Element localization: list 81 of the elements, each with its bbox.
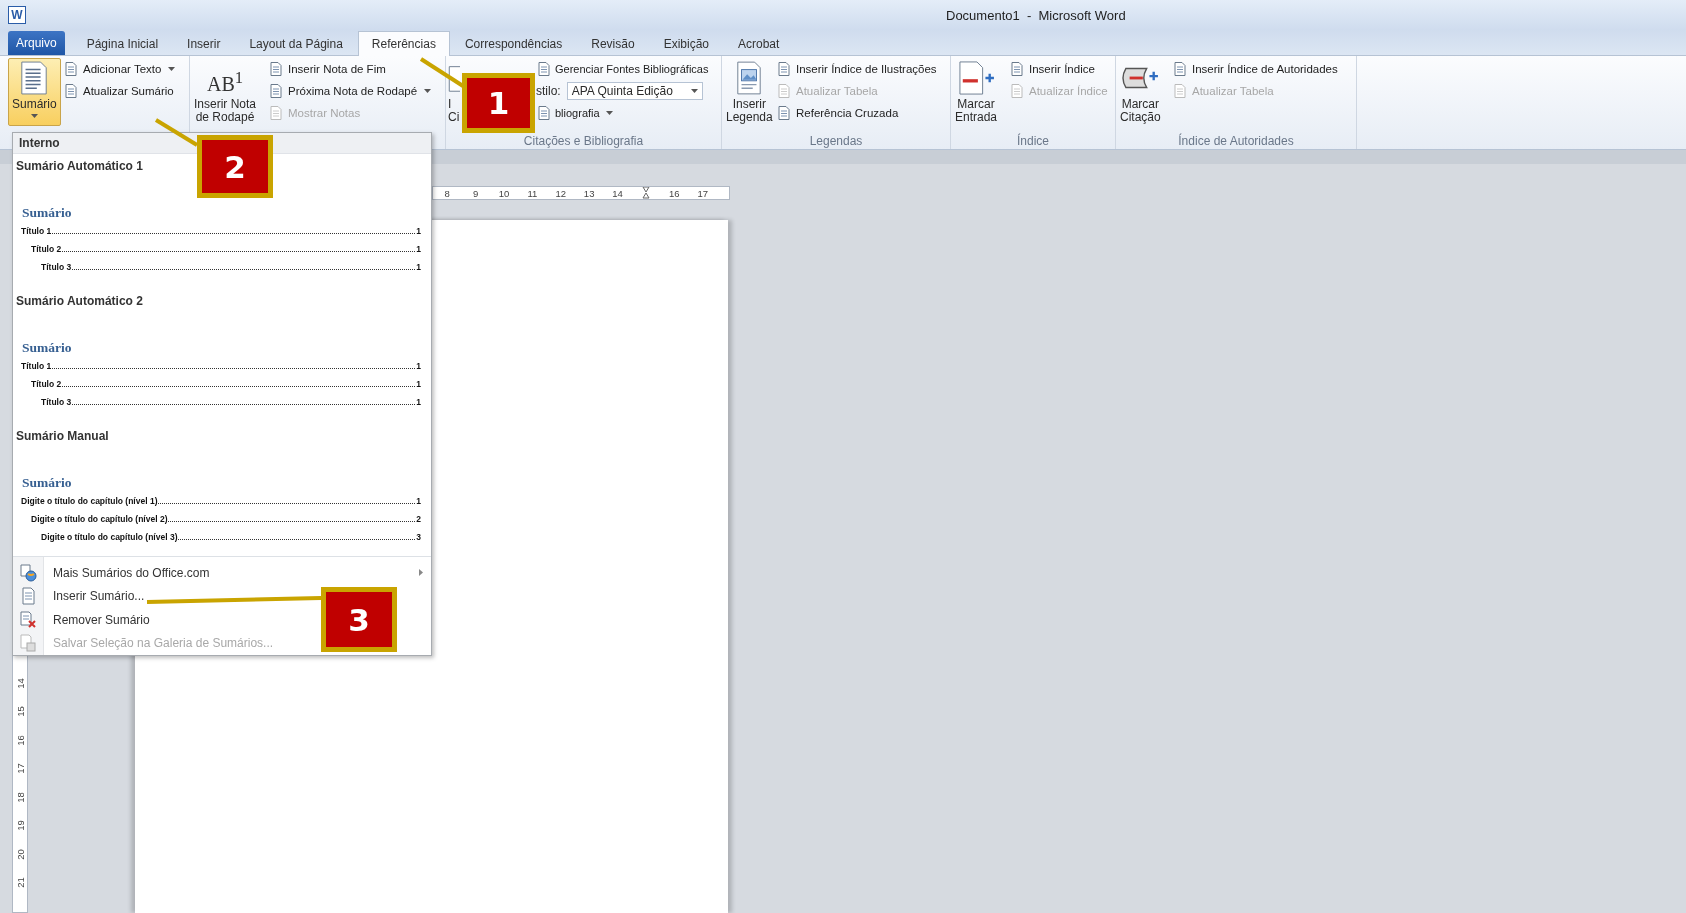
menu-item[interactable]: Mais Sumários do Office.com xyxy=(13,561,431,585)
toc-entry: Título 2 xyxy=(31,379,62,389)
preview-heading: Sumário xyxy=(21,474,73,492)
page-number: 1 xyxy=(416,361,421,371)
ribbon-button[interactable]: Atualizar Sumário xyxy=(63,80,174,102)
tab[interactable]: Inserir xyxy=(173,31,235,55)
toc-entry: Título 3 xyxy=(41,262,72,272)
ribbon-button[interactable]: Próxima Nota de Rodapé xyxy=(268,80,432,102)
ribbon-button[interactable]: Inserir Índice de Autoridades xyxy=(1172,58,1338,80)
tab[interactable]: Layout da Página xyxy=(235,31,357,55)
ruler-number: 16 xyxy=(14,734,26,746)
ribbon-button[interactable]: Gerenciar Fontes Bibliográficas xyxy=(536,58,709,80)
preview-heading: Sumário xyxy=(21,339,73,357)
ribbon-button[interactable]: I Ci xyxy=(447,58,461,126)
callout-badge: 3 xyxy=(321,587,397,652)
page-number: 1 xyxy=(416,226,421,236)
page-number: 3 xyxy=(416,532,421,542)
gallery-item-title[interactable]: Sumário Manual xyxy=(13,428,109,444)
ruler-number: 17 xyxy=(696,187,709,199)
ribbon-button[interactable]: Adicionar Texto xyxy=(63,58,176,80)
toc-entry: Digite o título do capítulo (nível 3) xyxy=(41,532,178,542)
gallery-item-title[interactable]: Sumário Automático 1 xyxy=(13,158,143,174)
ruler-number: 21 xyxy=(14,877,26,889)
app-icon[interactable]: W xyxy=(8,6,26,24)
toc-entry: Digite o título do capítulo (nível 2) xyxy=(31,514,168,524)
tab[interactable]: Referências xyxy=(357,31,450,56)
ribbon-button[interactable]: Inserir Índice xyxy=(1009,58,1095,80)
toc-entry: Título 1 xyxy=(21,361,52,371)
group-label: Índice xyxy=(1017,134,1049,148)
ruler-number: 18 xyxy=(14,791,26,803)
page-number: 2 xyxy=(416,514,421,524)
menu-item[interactable]: Inserir Sumário... xyxy=(13,584,161,608)
ruler-number: 11 xyxy=(526,187,539,199)
group-label: Citações e Bibliografia xyxy=(523,134,644,148)
ruler-number: 15 xyxy=(14,706,26,718)
field-label: stilo: xyxy=(536,84,561,98)
page-number: 1 xyxy=(416,496,421,506)
window-title: Documento1 - Microsoft Word xyxy=(946,7,1126,23)
ribbon-button[interactable]: Marcar Citação xyxy=(1116,58,1165,126)
ruler-number: 16 xyxy=(668,187,681,199)
gallery-item-title[interactable]: Sumário Automático 2 xyxy=(13,293,143,309)
ribbon-button[interactable]: Sumário xyxy=(8,58,61,126)
tab[interactable]: Revisão xyxy=(577,31,649,55)
ruler-number: 20 xyxy=(14,848,26,860)
tab[interactable]: Exibição xyxy=(649,31,723,55)
toc-entry: Digite o título do capítulo (nível 1) xyxy=(21,496,158,506)
ruler-number: 12 xyxy=(554,187,568,199)
ruler-number: 13 xyxy=(582,187,596,199)
ribbon-button[interactable]: AB$^{1}$ Inserir Nota de Rodapé xyxy=(190,58,261,126)
tab[interactable]: Correspondências xyxy=(450,31,577,55)
ribbon-button[interactable]: Referência Cruzada xyxy=(776,102,899,124)
group-label: Índice de Autoridades xyxy=(1178,134,1294,148)
file-menu-button[interactable]: Arquivo xyxy=(8,31,65,55)
toc-entry: Título 2 xyxy=(31,244,62,254)
group-label: Legendas xyxy=(809,134,863,148)
ruler-number: 8 xyxy=(443,187,451,199)
ruler-number: 17 xyxy=(14,763,26,775)
page-number: 1 xyxy=(416,262,421,272)
callout-badge: 2 xyxy=(197,135,273,198)
toc-entry: Título 3 xyxy=(41,397,72,407)
style-dropdown[interactable]: APA Quinta Edição xyxy=(566,82,703,100)
footnote-icon: AB$^{1}$ xyxy=(206,61,244,95)
ribbon-button[interactable]: Inserir Índice de Ilustrações xyxy=(776,58,937,80)
preview-heading: Sumário xyxy=(21,204,73,222)
ruler-number: 9 xyxy=(471,187,480,199)
ruler-number: 10 xyxy=(497,187,511,199)
page-number: 1 xyxy=(416,244,421,254)
ribbon-button[interactable]: bliografia xyxy=(536,102,613,124)
ruler-number: 19 xyxy=(14,820,26,832)
ribbon-button[interactable]: Inserir Nota de Fim xyxy=(268,58,386,80)
ruler-number: 14 xyxy=(611,187,624,199)
tab[interactable]: Acrobat xyxy=(724,31,794,55)
ruler-number: 14 xyxy=(14,677,26,689)
ribbon-button[interactable]: Inserir Legenda xyxy=(722,58,777,126)
page-number: 1 xyxy=(416,397,421,407)
toc-entry: Título 1 xyxy=(21,226,52,236)
menu-item[interactable]: Remover Sumário xyxy=(13,608,166,632)
ribbon-button[interactable]: Marcar Entrada xyxy=(951,58,1002,126)
page-number: 1 xyxy=(416,379,421,389)
callout-badge: 1 xyxy=(462,73,535,133)
tab[interactable]: Página Inicial xyxy=(72,31,173,55)
